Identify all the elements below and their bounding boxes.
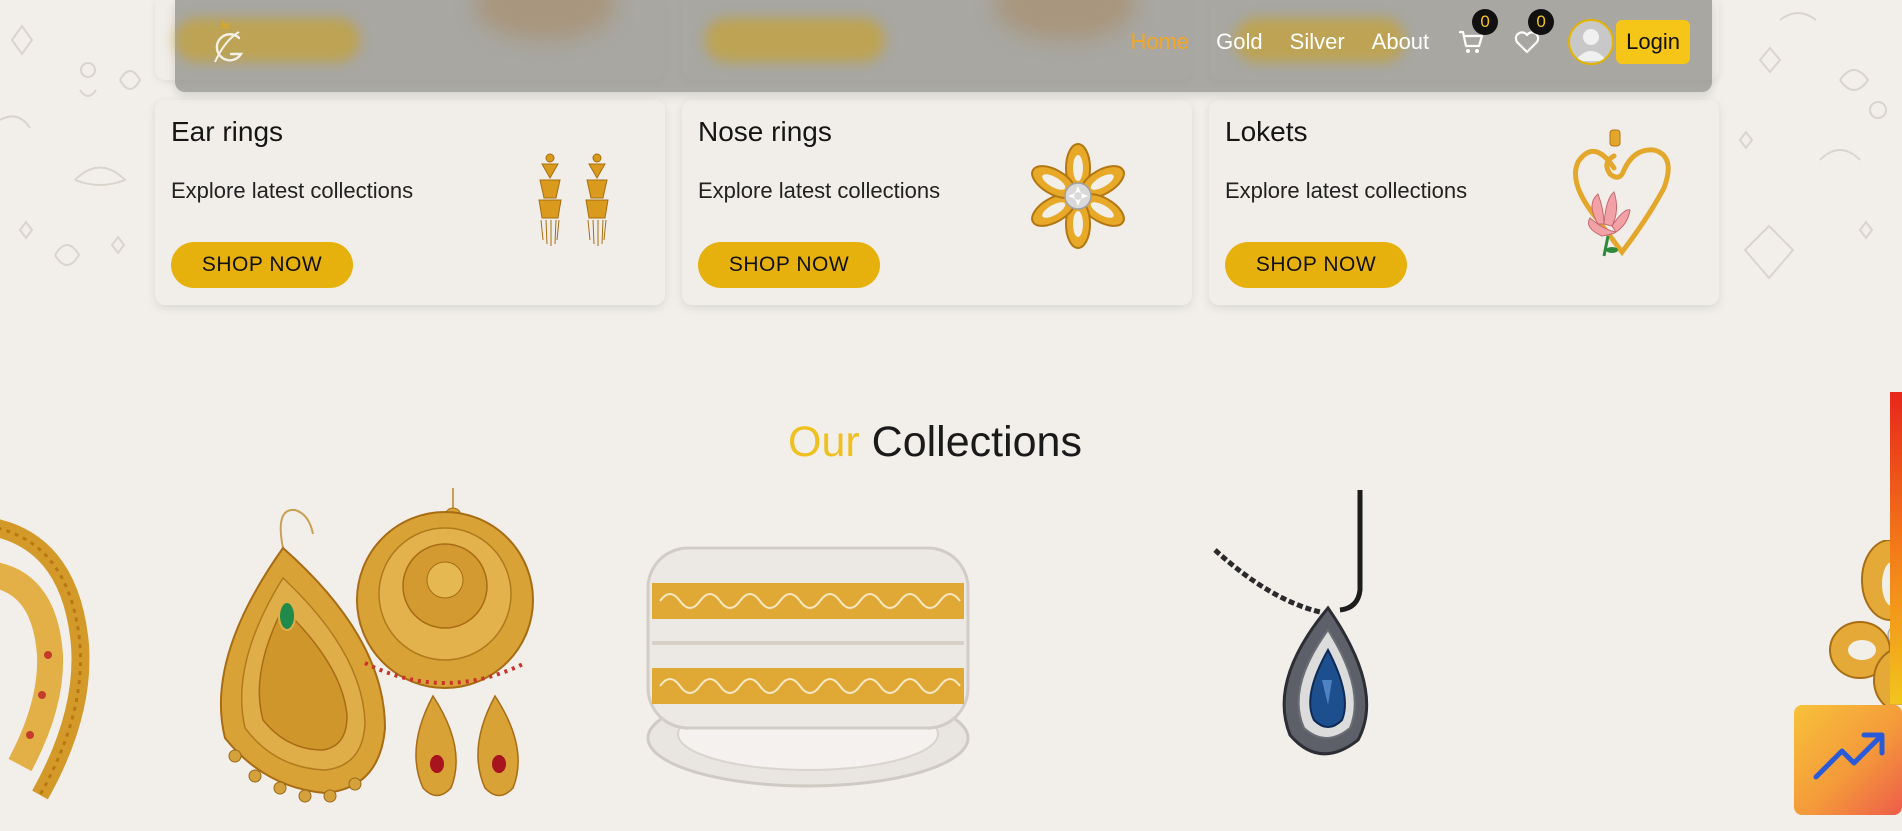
category-card-lokets: Lokets Explore latest collections SHOP N… bbox=[1209, 100, 1719, 305]
blurred-image-behind bbox=[995, 0, 1135, 40]
category-card-nose-rings: Nose rings Explore latest collections SH… bbox=[682, 100, 1192, 305]
heart-locket-image bbox=[1573, 129, 1671, 257]
trending-button[interactable] bbox=[1794, 705, 1902, 815]
earrings-image bbox=[538, 153, 609, 246]
product-sapphire-pendant[interactable] bbox=[1210, 490, 1425, 775]
avatar[interactable] bbox=[1568, 19, 1615, 65]
nav-links: Home Gold Silver About 0 0 Login bbox=[1130, 0, 1712, 84]
product-gold-earring-set[interactable] bbox=[205, 488, 540, 813]
trending-up-icon bbox=[1813, 732, 1885, 780]
shop-now-button[interactable]: SHOP NOW bbox=[698, 242, 880, 288]
category-subtitle: Explore latest collections bbox=[1225, 178, 1468, 203]
blurred-button-behind bbox=[175, 18, 360, 62]
logo-icon[interactable] bbox=[205, 14, 249, 70]
category-subtitle: Explore latest collections bbox=[171, 178, 414, 203]
wishlist-button[interactable]: 0 bbox=[1512, 9, 1555, 57]
nav-link-gold[interactable]: Gold bbox=[1216, 29, 1262, 55]
collections-heading: Our Collections bbox=[0, 418, 1870, 467]
login-button[interactable]: Login bbox=[1616, 20, 1690, 64]
category-title: Lokets bbox=[1225, 116, 1308, 147]
blurred-button-behind bbox=[705, 18, 885, 62]
cart-button[interactable]: 0 bbox=[1456, 9, 1499, 57]
heading-accent: Our bbox=[788, 418, 860, 466]
user-icon bbox=[1575, 29, 1608, 61]
product-gold-necklace-partial[interactable] bbox=[0, 505, 95, 805]
flower-nose-ring-image bbox=[1031, 143, 1125, 249]
category-title: Ear rings bbox=[171, 116, 284, 147]
side-gradient-strip bbox=[1890, 392, 1902, 704]
heading-rest: Collections bbox=[871, 418, 1082, 466]
nav-link-silver[interactable]: Silver bbox=[1290, 29, 1345, 55]
nav-link-home[interactable]: Home bbox=[1130, 29, 1189, 55]
category-subtitle: Explore latest collections bbox=[698, 178, 941, 203]
category-title: Nose rings bbox=[698, 116, 832, 147]
product-gold-bangles[interactable] bbox=[640, 528, 975, 793]
category-card-earrings: Ear rings Explore latest collections SHO… bbox=[155, 100, 665, 305]
nav-link-about[interactable]: About bbox=[1372, 29, 1430, 55]
shop-now-button[interactable]: SHOP NOW bbox=[171, 242, 353, 288]
product-gold-flower-partial[interactable] bbox=[1810, 540, 1902, 705]
navbar: Home Gold Silver About 0 0 Login bbox=[175, 0, 1712, 92]
cart-count-badge: 0 bbox=[1472, 9, 1499, 35]
blurred-image-behind bbox=[475, 0, 615, 40]
shop-now-button[interactable]: SHOP NOW bbox=[1225, 242, 1407, 288]
wishlist-count-badge: 0 bbox=[1528, 9, 1555, 35]
